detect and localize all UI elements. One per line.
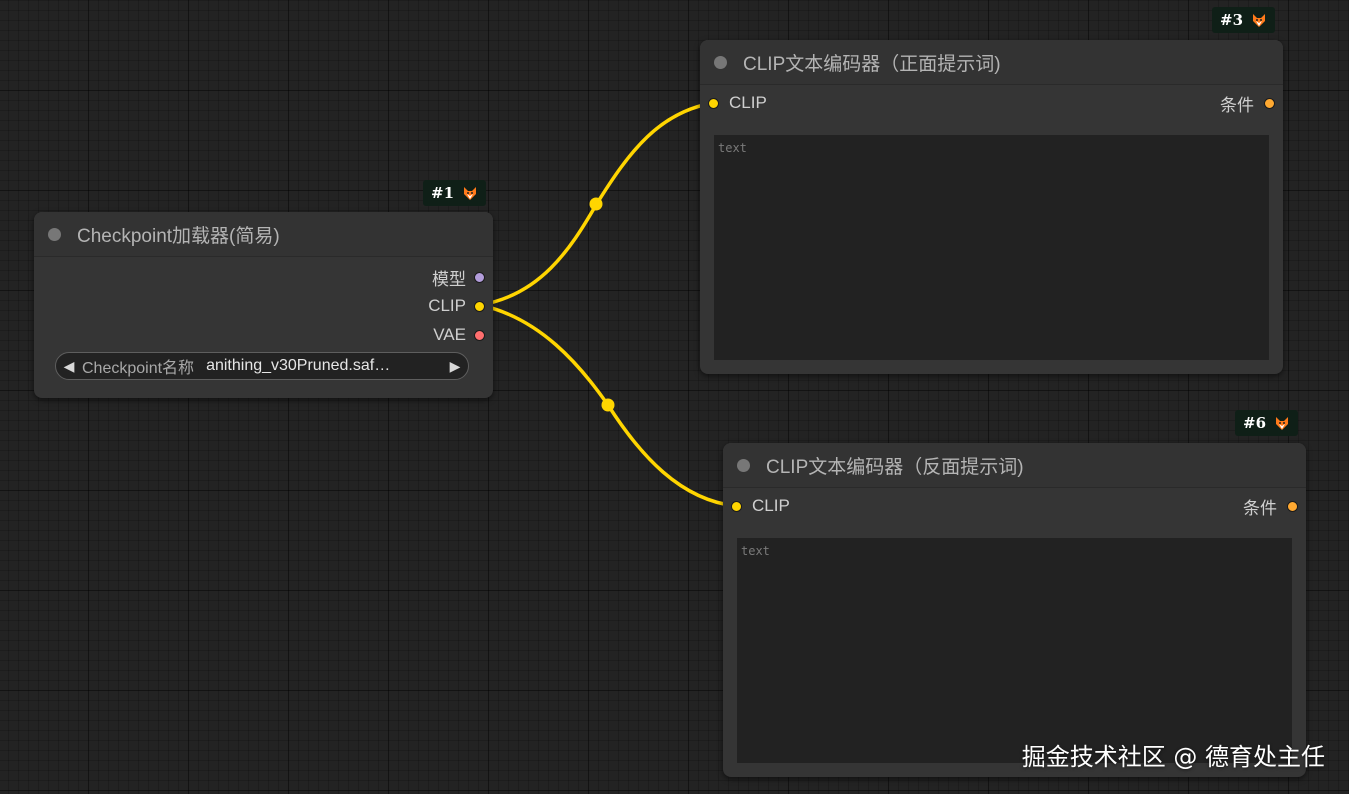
input-slot-clip[interactable]: CLIP — [731, 495, 790, 517]
slot-connector[interactable] — [731, 500, 742, 512]
clip-link-to-negative[interactable] — [478, 303, 738, 508]
node-id-label: #6 — [1243, 414, 1267, 432]
fox-icon — [464, 187, 477, 200]
combo-prev-arrow-icon[interactable]: ◀ — [56, 358, 82, 375]
clip-link-positive-midpoint[interactable] — [589, 197, 603, 211]
slot-label: CLIP — [752, 496, 790, 515]
node-title: CLIP文本编码器（反面提示词) — [766, 456, 1024, 478]
combo-value[interactable]: anithing_v30Pruned.saf… — [206, 357, 442, 375]
node-id-badge: #1 — [423, 180, 487, 206]
node-title: Checkpoint加载器(简易) — [77, 225, 280, 247]
fox-icon — [1253, 14, 1266, 27]
node-title-bar[interactable]: Checkpoint加载器(简易) — [34, 212, 493, 257]
output-slot-conditioning[interactable]: 条件 — [1220, 92, 1275, 115]
collapse-toggle[interactable] — [737, 458, 750, 472]
slot-label: CLIP — [428, 296, 466, 315]
prompt-textarea[interactable] — [714, 135, 1269, 360]
slot-label: 条件 — [1243, 498, 1277, 518]
slot-connector[interactable] — [708, 97, 719, 109]
node-title-bar[interactable]: CLIP文本编码器（反面提示词) — [723, 443, 1306, 488]
slot-connector[interactable] — [474, 300, 485, 312]
node-id-label: #3 — [1220, 11, 1244, 29]
prompt-textarea[interactable] — [737, 538, 1292, 763]
input-slot-clip[interactable]: CLIP — [708, 92, 767, 114]
slot-connector[interactable] — [1287, 500, 1298, 512]
clip-link-to-positive[interactable] — [478, 101, 715, 307]
checkpoint-loader-node[interactable]: Checkpoint加载器(简易) 模型 CLIP VAE ◀ Checkpoi… — [34, 212, 493, 398]
output-slot-model[interactable]: 模型 — [432, 266, 485, 289]
output-slot-vae[interactable]: VAE — [433, 324, 485, 346]
watermark: 掘金技术社区 @ 德育处主任 — [1021, 743, 1325, 771]
slot-label: 条件 — [1220, 95, 1254, 115]
collapse-toggle[interactable] — [48, 227, 61, 241]
slot-label: VAE — [433, 325, 466, 344]
slot-label: CLIP — [729, 93, 767, 112]
output-slot-clip[interactable]: CLIP — [428, 295, 485, 317]
node-title: CLIP文本编码器（正面提示词) — [743, 53, 1001, 75]
fox-icon — [1276, 417, 1289, 430]
combo-next-arrow-icon[interactable]: ▶ — [442, 358, 468, 375]
output-slot-conditioning[interactable]: 条件 — [1243, 495, 1298, 518]
clip-link-negative-midpoint[interactable] — [601, 398, 615, 412]
slot-label: 模型 — [432, 269, 466, 289]
node-id-label: #1 — [431, 184, 455, 202]
slot-connector[interactable] — [474, 271, 485, 283]
combo-label: Checkpoint名称 — [82, 360, 195, 377]
collapse-toggle[interactable] — [714, 55, 727, 69]
node-id-badge: #6 — [1235, 410, 1299, 436]
slot-connector[interactable] — [1264, 97, 1275, 109]
node-id-badge: #3 — [1212, 7, 1276, 33]
clip-text-encode-positive-node[interactable]: CLIP文本编码器（正面提示词) CLIP 条件 — [700, 40, 1283, 374]
checkpoint-name-combo[interactable]: ◀ Checkpoint名称 anithing_v30Pruned.saf… ▶ — [55, 352, 469, 380]
slot-connector[interactable] — [474, 329, 485, 341]
node-title-bar[interactable]: CLIP文本编码器（正面提示词) — [700, 40, 1283, 85]
clip-text-encode-negative-node[interactable]: CLIP文本编码器（反面提示词) CLIP 条件 — [723, 443, 1306, 777]
